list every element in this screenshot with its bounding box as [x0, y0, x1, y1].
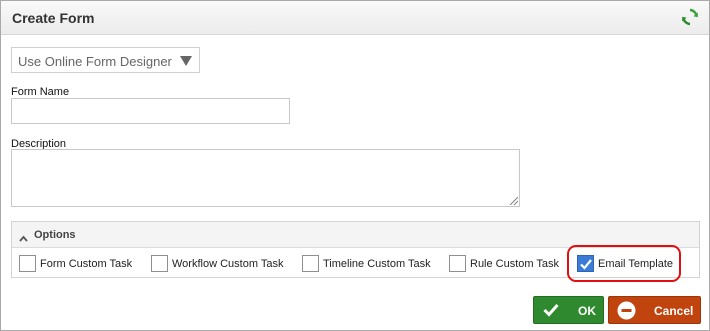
- refresh-icon[interactable]: [681, 8, 699, 26]
- check-icon: [543, 303, 559, 320]
- timeline-custom-task-checkbox[interactable]: [302, 255, 319, 272]
- option-label: Form Custom Task: [40, 258, 133, 270]
- option-label: Timeline Custom Task: [323, 258, 431, 270]
- dropdown-arrow-icon: [180, 56, 192, 66]
- dialog-header: Create Form: [1, 1, 709, 35]
- annotation-highlight-ring: [567, 245, 681, 282]
- description-textarea[interactable]: [11, 149, 520, 207]
- cancel-button-label: Cancel: [654, 304, 694, 318]
- ok-button[interactable]: OK: [533, 296, 604, 324]
- cancel-button[interactable]: Cancel: [608, 296, 701, 324]
- form-name-label: Form Name: [11, 86, 70, 98]
- ok-button-label: OK: [578, 304, 596, 318]
- option-label: Rule Custom Task: [470, 258, 560, 270]
- form-designer-select[interactable]: Use Online Form Designer: [11, 47, 200, 73]
- form-designer-select-value: Use Online Form Designer: [18, 54, 172, 69]
- dialog-title: Create Form: [12, 10, 95, 26]
- minus-circle-icon: [617, 301, 636, 323]
- options-title: Options: [34, 229, 76, 241]
- workflow-custom-task-checkbox[interactable]: [151, 255, 168, 272]
- option-label: Workflow Custom Task: [172, 258, 284, 270]
- resize-grip-icon[interactable]: [510, 197, 518, 205]
- form-custom-task-checkbox[interactable]: [19, 255, 36, 272]
- create-form-dialog: Create Form Use Online Form Designer For…: [0, 0, 710, 331]
- form-name-input[interactable]: [11, 98, 290, 124]
- chevron-up-icon: [19, 231, 28, 242]
- rule-custom-task-checkbox[interactable]: [449, 255, 466, 272]
